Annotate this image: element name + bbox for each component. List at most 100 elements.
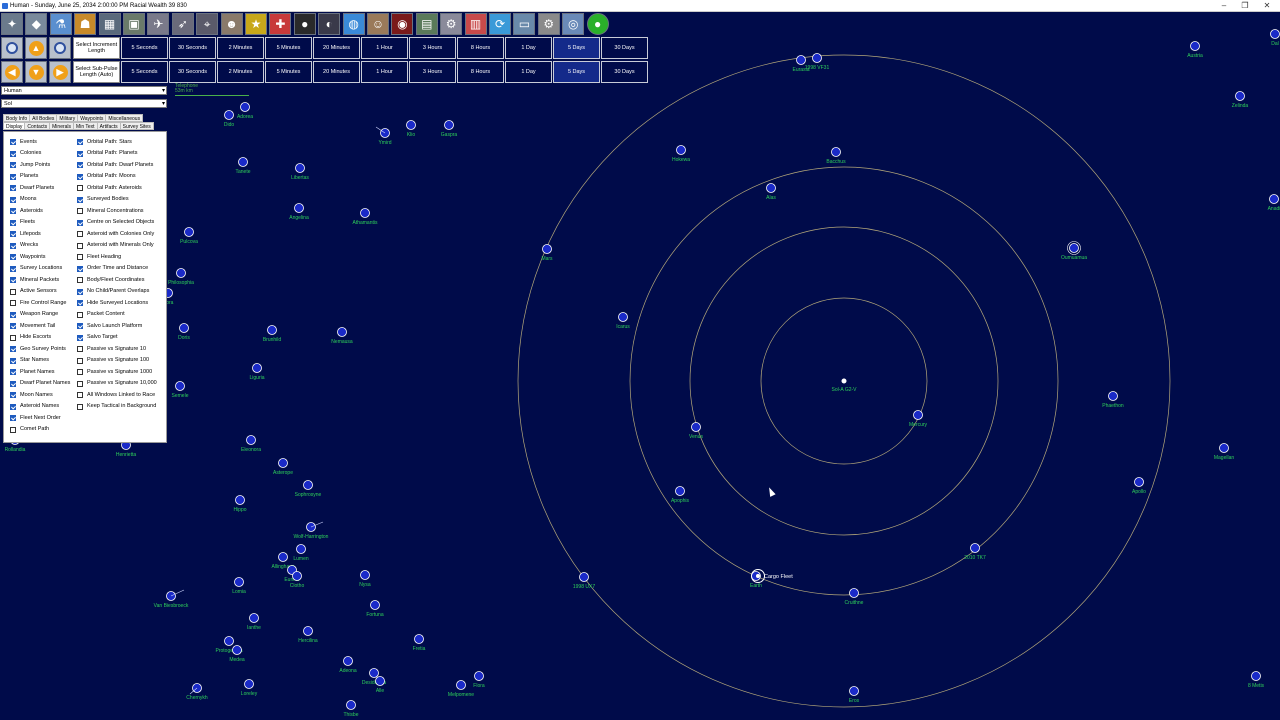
body-gaspra[interactable] <box>444 120 454 130</box>
body-protogeneia[interactable] <box>224 636 234 646</box>
diplomacy-button[interactable]: ☺ <box>367 13 389 35</box>
increment-8-hours-button[interactable]: 8 Hours <box>457 37 504 59</box>
hostiles-button[interactable]: ◉ <box>391 13 414 35</box>
checkbox[interactable] <box>77 403 83 410</box>
body-nysa[interactable] <box>360 570 370 580</box>
checkbox[interactable] <box>10 242 16 249</box>
option-colonies[interactable]: Colonies <box>10 149 41 159</box>
checkbox[interactable] <box>77 150 83 157</box>
body-lomia[interactable] <box>234 577 244 587</box>
option-salvo-launch-platform[interactable]: Salvo Launch Platform <box>77 321 142 331</box>
increment-1-day-button[interactable]: 1 Day <box>505 37 552 59</box>
checkbox[interactable] <box>77 323 83 329</box>
body-dal[interactable] <box>1270 29 1280 39</box>
option-orbital-path-stars[interactable]: Orbital Path: Stars <box>77 137 132 147</box>
option-geo-survey-points[interactable]: Geo Survey Points <box>10 344 66 354</box>
body-pulcova[interactable] <box>184 227 194 237</box>
option-orbital-path-moons[interactable]: Orbital Path: Moons <box>77 172 136 182</box>
option-passive-vs-signature-10[interactable]: Passive vs Signature 10 <box>77 344 146 354</box>
checkbox[interactable] <box>10 288 16 295</box>
subpulse-5-minutes-button[interactable]: 5 Minutes <box>265 61 312 83</box>
body-eleonora[interactable] <box>246 435 256 445</box>
subpulse-2-minutes-button[interactable]: 2 Minutes <box>217 61 264 83</box>
body-allinghaus[interactable] <box>278 552 288 562</box>
body-libertas[interactable] <box>295 163 305 173</box>
checkbox[interactable] <box>77 311 83 318</box>
option-orbital-path-asteroids[interactable]: Orbital Path: Asteroids <box>77 183 142 193</box>
checkbox[interactable] <box>10 426 16 433</box>
body-desiderata[interactable] <box>369 668 379 678</box>
subpulse-5-days-button[interactable]: 5 Days <box>553 61 600 83</box>
zoom-out-button[interactable] <box>49 37 71 59</box>
option-movement-tail[interactable]: Movement Tail <box>10 321 55 331</box>
green-status-button[interactable]: ● <box>586 13 609 35</box>
checkbox[interactable] <box>77 380 83 387</box>
events-button[interactable]: ▥ <box>464 13 487 35</box>
checkbox[interactable] <box>10 380 16 387</box>
checkbox[interactable] <box>77 162 83 168</box>
option-mineral-concentrations[interactable]: Mineral Concentrations <box>77 206 144 216</box>
option-all-windows-linked-to-race[interactable]: All Windows Linked to Race <box>77 390 155 400</box>
checkbox[interactable] <box>10 208 16 214</box>
scroll-right-button[interactable]: ▶ <box>49 61 71 83</box>
body-semele[interactable] <box>175 381 185 391</box>
body-oumuamua[interactable] <box>1069 243 1079 253</box>
option-asteroids[interactable]: Asteroids <box>10 206 43 216</box>
option-moons[interactable]: Moons <box>10 195 37 205</box>
checkbox[interactable] <box>10 219 16 226</box>
option-comet-path[interactable]: Comet Path <box>10 425 49 435</box>
body-hippo[interactable] <box>235 495 245 505</box>
option-asteroid-with-minerals-only[interactable]: Asteroid with Minerals Only <box>77 241 154 251</box>
body-doris[interactable] <box>179 323 189 333</box>
checkbox[interactable] <box>10 369 16 375</box>
body-melpomene[interactable] <box>456 680 466 690</box>
checkbox[interactable] <box>77 265 83 272</box>
checkbox[interactable] <box>77 231 83 237</box>
body-medea[interactable] <box>232 645 242 655</box>
body-athamantis[interactable] <box>360 208 370 218</box>
body-sophrosyne[interactable] <box>303 480 313 490</box>
body-fortuna[interactable] <box>370 600 380 610</box>
industry-button[interactable]: ▦ <box>98 13 121 35</box>
race-button[interactable]: ✚ <box>269 13 292 35</box>
body-thisbe[interactable] <box>346 700 356 710</box>
option-asteroid-names[interactable]: Asteroid Names <box>10 402 59 412</box>
subpulse-20-minutes-button[interactable]: 20 Minutes <box>313 61 360 83</box>
increment-2-minutes-button[interactable]: 2 Minutes <box>217 37 264 59</box>
scroll-left-button[interactable]: ◀ <box>1 61 23 83</box>
option-planet-names[interactable]: Planet Names <box>10 367 55 377</box>
option-no-child-parent-overlaps[interactable]: No Child/Parent Overlaps <box>77 287 149 297</box>
body-alle[interactable] <box>375 676 385 686</box>
option-fleet-next-order[interactable]: Fleet Next Order <box>10 413 61 423</box>
turret-design-button[interactable]: ⌖ <box>196 13 219 35</box>
galactic-button[interactable]: ◐ <box>318 13 341 35</box>
body-brunhild[interactable] <box>267 325 277 335</box>
tab-min-text[interactable]: Min Text <box>73 122 98 130</box>
commanders-button[interactable]: ☻ <box>220 13 243 35</box>
wealth-button[interactable]: ▤ <box>415 13 438 35</box>
body-ianthe[interactable] <box>249 613 259 623</box>
option-waypoints[interactable]: Waypoints <box>10 252 45 262</box>
option-asteroid-with-colonies-only[interactable]: Asteroid with Colonies Only <box>77 229 154 239</box>
checkbox[interactable] <box>77 334 83 341</box>
increment-3-hours-button[interactable]: 3 Hours <box>409 37 456 59</box>
body-eurasia[interactable] <box>796 55 806 65</box>
option-planets[interactable]: Planets <box>10 172 38 182</box>
body-clotho[interactable] <box>292 571 302 581</box>
settings-button[interactable]: ⚙ <box>537 13 560 35</box>
body-fretia[interactable] <box>414 634 424 644</box>
checkbox[interactable] <box>77 185 83 191</box>
checkbox[interactable] <box>10 300 16 306</box>
option-moon-names[interactable]: Moon Names <box>10 390 53 400</box>
checkbox[interactable] <box>77 219 83 226</box>
body-phaethon[interactable] <box>1108 391 1118 401</box>
body-1998-ux7[interactable] <box>579 572 589 582</box>
zoom-in-button[interactable] <box>1 37 23 59</box>
body-mercury[interactable] <box>913 410 923 420</box>
option-order-time-and-distance[interactable]: Order Time and Distance <box>77 264 148 274</box>
option-fleet-heading[interactable]: Fleet Heading <box>77 252 121 262</box>
checkbox[interactable] <box>77 392 83 398</box>
tab-contacts[interactable]: Contacts <box>24 122 51 130</box>
option-body-fleet-coordinates[interactable]: Body/Fleet Coordinates <box>77 275 144 285</box>
fleet-button[interactable]: ✈ <box>147 13 170 35</box>
